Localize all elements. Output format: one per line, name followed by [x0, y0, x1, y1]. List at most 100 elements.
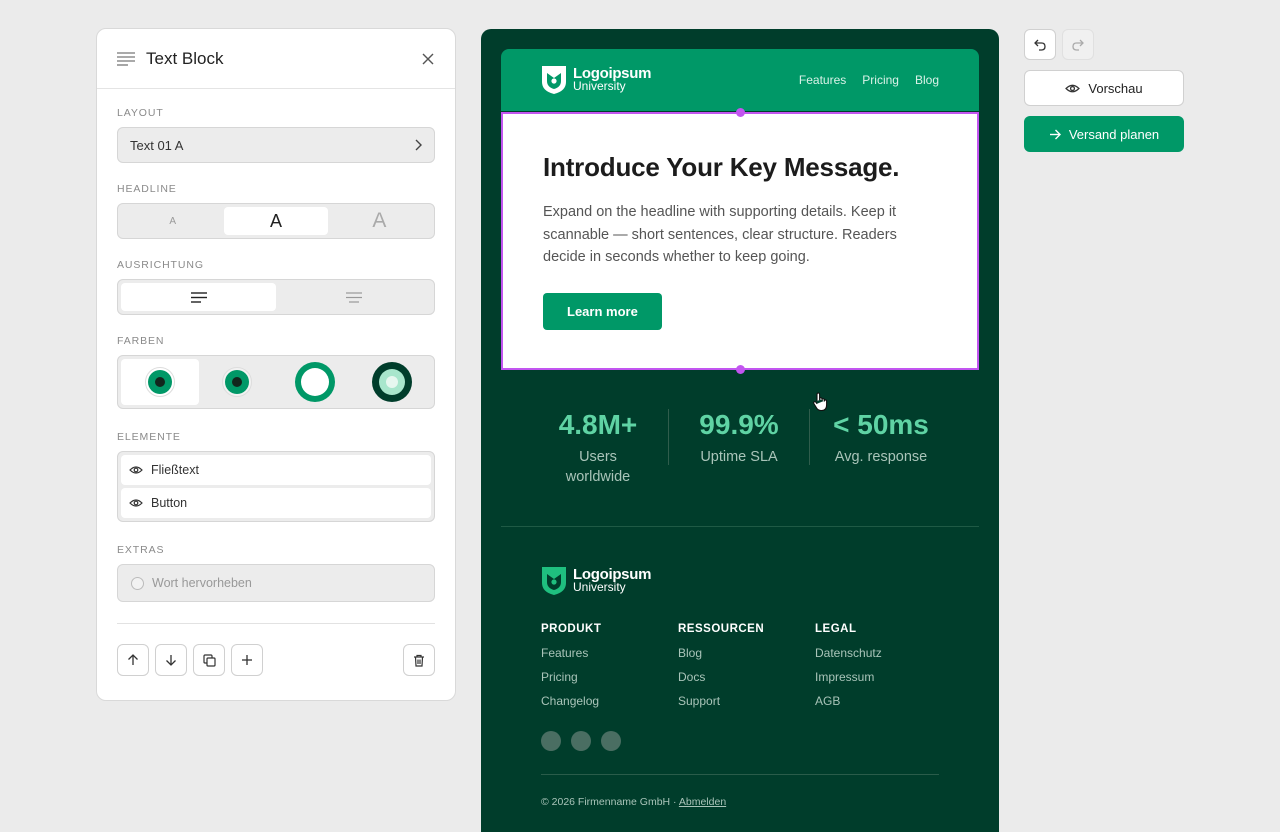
align-left-button[interactable] [121, 283, 276, 311]
footer-column-heading: LEGAL [815, 623, 857, 635]
footer-column-heading: PRODUKT [541, 623, 602, 635]
duplicate-button[interactable] [193, 644, 225, 676]
social-icon[interactable] [541, 731, 561, 751]
element-row-body-text[interactable]: Fließtext [121, 455, 431, 485]
footer-link[interactable]: Changelog [541, 694, 678, 708]
footer-columns: PRODUKT Features Pricing Changelog RESSO… [541, 623, 952, 718]
footer-link[interactable]: Support [678, 694, 815, 708]
social-icon[interactable] [601, 731, 621, 751]
redo-icon [1072, 39, 1084, 51]
header-logo: Logoipsum University [541, 65, 651, 95]
email-header[interactable]: Logoipsum University Features Pricing Bl… [501, 49, 979, 111]
stat-label: Avg. response [834, 449, 928, 465]
color-swatch-icon [144, 367, 175, 397]
headline-label: HEADLINE [117, 183, 177, 195]
divider [117, 623, 435, 624]
highlight-word-option[interactable]: Wort hervorheben [117, 564, 435, 602]
preview-label: Vorschau [1088, 80, 1143, 96]
undo-button[interactable] [1024, 29, 1056, 60]
color-swatch-icon [372, 362, 413, 402]
schedule-send-button[interactable]: Versand planen [1024, 116, 1184, 152]
arrow-up-icon [128, 654, 138, 665]
element-label: Fließtext [151, 463, 199, 477]
alignment-label: AUSRICHTUNG [117, 259, 204, 271]
layout-select[interactable]: Text 01 A [117, 127, 435, 163]
hero-body[interactable]: Expand on the headline with supporting d… [543, 201, 939, 269]
stat-item: < 50ms Avg. response [810, 401, 952, 495]
footer-link[interactable]: Datenschutz [815, 646, 952, 660]
move-up-button[interactable] [117, 644, 149, 676]
resize-handle-top[interactable] [736, 108, 745, 117]
footer-link[interactable]: Docs [678, 670, 815, 684]
colors-label: FARBEN [117, 335, 165, 347]
hero-headline[interactable]: Introduce Your Key Message. [543, 152, 937, 183]
eye-icon [1065, 84, 1081, 92]
resize-handle-bottom[interactable] [736, 365, 745, 374]
delete-button[interactable] [403, 644, 435, 676]
section-divider [501, 526, 979, 527]
nav-link-features[interactable]: Features [799, 73, 846, 87]
stat-item: 4.8M+ Users worldwide [528, 401, 668, 495]
stat-value: 99.9% [699, 409, 779, 440]
headline-size-selector: A A A [117, 203, 435, 239]
alignment-selector [117, 279, 435, 315]
extras-option-label: Wort hervorheben [152, 576, 252, 590]
social-icon[interactable] [571, 731, 591, 751]
block-tools [117, 644, 435, 676]
footer-link[interactable]: Impressum [815, 670, 952, 684]
move-down-button[interactable] [155, 644, 187, 676]
nav-link-blog[interactable]: Blog [915, 73, 939, 87]
footer-link[interactable]: Features [541, 646, 678, 660]
unsubscribe-link[interactable]: Abmelden [679, 796, 726, 808]
learn-more-button[interactable]: Learn more [543, 292, 662, 330]
nav-link-pricing[interactable]: Pricing [862, 73, 899, 87]
color-scheme-selector [117, 355, 435, 409]
preview-button[interactable]: Vorschau [1024, 70, 1184, 106]
footer-divider [541, 774, 939, 775]
eye-icon[interactable] [129, 498, 143, 508]
eye-icon[interactable] [129, 465, 143, 475]
element-row-button[interactable]: Button [121, 488, 431, 518]
close-icon[interactable] [421, 52, 435, 66]
footer-link[interactable]: AGB [815, 694, 952, 708]
align-center-button[interactable] [276, 283, 431, 311]
copy-icon [202, 653, 216, 667]
undo-icon [1034, 39, 1046, 51]
footer-column-heading: RESSOURCEN [678, 623, 765, 635]
elements-label: ELEMENTE [117, 431, 181, 443]
stats-row: 4.8M+ Users worldwide 99.9% Uptime SLA <… [501, 401, 979, 495]
text-block-panel: Text Block LAYOUT Text 01 A HEADLINE A A… [96, 28, 456, 701]
shield-logo-icon [542, 66, 566, 94]
header-nav: Features Pricing Blog [799, 73, 939, 87]
headline-size-large[interactable]: A [328, 207, 431, 235]
color-option-4[interactable] [354, 359, 432, 405]
align-center-icon [345, 291, 362, 303]
layout-label: LAYOUT [117, 107, 164, 119]
social-icons [541, 731, 621, 751]
color-option-2[interactable] [199, 359, 277, 405]
copyright-text: © 2026 Firmenname GmbH · [541, 796, 679, 808]
footer-logo: Logoipsum University [541, 566, 651, 596]
redo-button[interactable] [1062, 29, 1094, 60]
footer-column-legal: LEGAL Datenschutz Impressum AGB [815, 623, 952, 718]
email-canvas: Logoipsum University Features Pricing Bl… [481, 29, 999, 832]
arrow-down-icon [166, 655, 176, 666]
color-option-1[interactable] [121, 359, 199, 405]
align-left-icon [190, 291, 207, 303]
plus-icon [242, 655, 252, 665]
headline-size-small[interactable]: A [121, 207, 224, 235]
add-block-button[interactable] [231, 644, 263, 676]
stat-value: 4.8M+ [558, 409, 638, 440]
footer-link[interactable]: Pricing [541, 670, 678, 684]
extras-label: EXTRAS [117, 544, 165, 556]
color-swatch-icon [294, 362, 335, 402]
color-swatch-icon [222, 367, 253, 397]
footer-copyright: © 2026 Firmenname GmbH · Abmelden [541, 796, 726, 808]
headline-size-medium[interactable]: A [224, 207, 328, 235]
radio-icon[interactable] [131, 576, 144, 590]
footer-link[interactable]: Blog [678, 646, 815, 660]
selected-text-block[interactable]: Introduce Your Key Message. Expand on th… [501, 112, 979, 412]
stat-item: 99.9% Uptime SLA [669, 401, 809, 495]
color-option-3[interactable] [276, 359, 354, 405]
elements-list: Fließtext Button [117, 451, 435, 522]
